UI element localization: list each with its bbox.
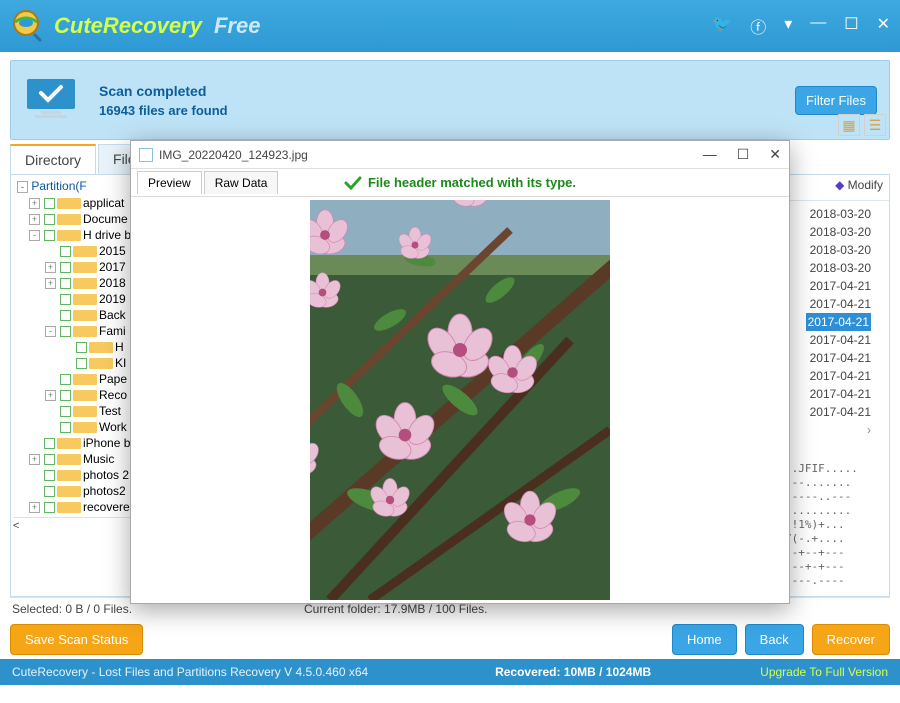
date-cell[interactable]: 2017-04-21 bbox=[806, 403, 871, 421]
sort-icon[interactable]: ◆ bbox=[835, 178, 844, 192]
selected-info: Selected: 0 B / 0 Files. bbox=[12, 602, 304, 616]
checkmark-icon bbox=[344, 176, 362, 190]
view-mode-icons: ▦ ☰ bbox=[838, 114, 886, 136]
tab-directory[interactable]: Directory bbox=[10, 144, 96, 174]
preview-tab-rawdata[interactable]: Raw Data bbox=[204, 171, 279, 194]
scan-status-title: Scan completed bbox=[99, 83, 228, 99]
date-cell[interactable]: 2018-03-20 bbox=[806, 241, 871, 259]
save-scan-status-button[interactable]: Save Scan Status bbox=[10, 624, 143, 655]
date-cell[interactable]: 2017-04-21 bbox=[806, 385, 871, 403]
preview-window: IMG_20220420_124923.jpg — ☐ ✕ Preview Ra… bbox=[130, 140, 790, 604]
preview-close-icon[interactable]: ✕ bbox=[769, 146, 781, 163]
maximize-icon[interactable]: ☐ bbox=[844, 14, 858, 38]
scan-status-banner: Scan completed 16943 files are found Fil… bbox=[10, 60, 890, 140]
hex-snippet: ..JFIF..... ---....... .----..--- ......… bbox=[785, 462, 875, 588]
scan-status-count: 16943 files are found bbox=[99, 103, 228, 118]
titlebar: CuteRecovery Free 🐦 ⓕ ▾ — ☐ ✕ bbox=[0, 0, 900, 52]
twitter-icon[interactable]: 🐦 bbox=[712, 14, 732, 38]
date-cell[interactable]: 2017-04-21 bbox=[806, 277, 871, 295]
statusbar-recovered: Recovered: 10MB / 1024MB bbox=[386, 665, 760, 679]
back-button[interactable]: Back bbox=[745, 624, 804, 655]
date-cell[interactable]: 2017-04-21 bbox=[806, 367, 871, 385]
date-cell[interactable]: 2018-03-20 bbox=[806, 259, 871, 277]
status-bar: CuteRecovery - Lost Files and Partitions… bbox=[0, 659, 900, 685]
preview-image bbox=[310, 200, 610, 600]
preview-filename: IMG_20220420_124923.jpg bbox=[159, 148, 308, 162]
statusbar-version: CuteRecovery - Lost Files and Partitions… bbox=[12, 665, 386, 679]
app-title: CuteRecovery bbox=[54, 13, 202, 39]
magnifier-disk-icon bbox=[10, 8, 46, 44]
date-cell[interactable]: 2018-03-20 bbox=[806, 205, 871, 223]
dropdown-icon[interactable]: ▾ bbox=[784, 14, 792, 38]
current-folder-info: Current folder: 17.9MB / 100 Files. bbox=[304, 602, 888, 616]
date-cell[interactable]: 2017-04-21 bbox=[806, 331, 871, 349]
preview-titlebar[interactable]: IMG_20220420_124923.jpg — ☐ ✕ bbox=[131, 141, 789, 169]
minimize-icon[interactable]: — bbox=[810, 14, 826, 38]
date-cell[interactable]: 2017-04-21 bbox=[806, 313, 871, 331]
view-list-icon[interactable]: ☰ bbox=[864, 114, 886, 136]
preview-status: File header matched with its type. bbox=[344, 175, 576, 190]
image-file-icon bbox=[139, 148, 153, 162]
filter-files-button[interactable]: Filter Files bbox=[795, 86, 877, 115]
modify-dates: 2018-03-202018-03-202018-03-202018-03-20… bbox=[806, 205, 871, 439]
view-grid-icon[interactable]: ▦ bbox=[838, 114, 860, 136]
preview-tab-preview[interactable]: Preview bbox=[137, 171, 202, 194]
app-edition: Free bbox=[214, 13, 260, 39]
monitor-check-icon bbox=[23, 77, 79, 123]
titlebar-controls: 🐦 ⓕ ▾ — ☐ ✕ bbox=[712, 14, 890, 38]
date-cell[interactable]: 2017-04-21 bbox=[806, 349, 871, 367]
date-cell[interactable]: 2017-04-21 bbox=[806, 295, 871, 313]
home-button[interactable]: Home bbox=[672, 624, 737, 655]
col-modify[interactable]: Modify bbox=[848, 178, 883, 192]
scroll-right-icon[interactable]: › bbox=[806, 421, 871, 439]
preview-tabrow: Preview Raw Data File header matched wit… bbox=[131, 169, 789, 197]
action-row: Save Scan Status Home Back Recover bbox=[10, 624, 890, 655]
recover-button[interactable]: Recover bbox=[812, 624, 890, 655]
upgrade-link[interactable]: Upgrade To Full Version bbox=[760, 665, 888, 679]
preview-image-area bbox=[131, 197, 789, 603]
preview-minimize-icon[interactable]: — bbox=[703, 146, 717, 163]
preview-maximize-icon[interactable]: ☐ bbox=[737, 146, 750, 163]
close-icon[interactable]: ✕ bbox=[877, 14, 890, 38]
facebook-icon[interactable]: ⓕ bbox=[750, 14, 766, 38]
date-cell[interactable]: 2018-03-20 bbox=[806, 223, 871, 241]
app-logo: CuteRecovery Free bbox=[10, 8, 260, 44]
